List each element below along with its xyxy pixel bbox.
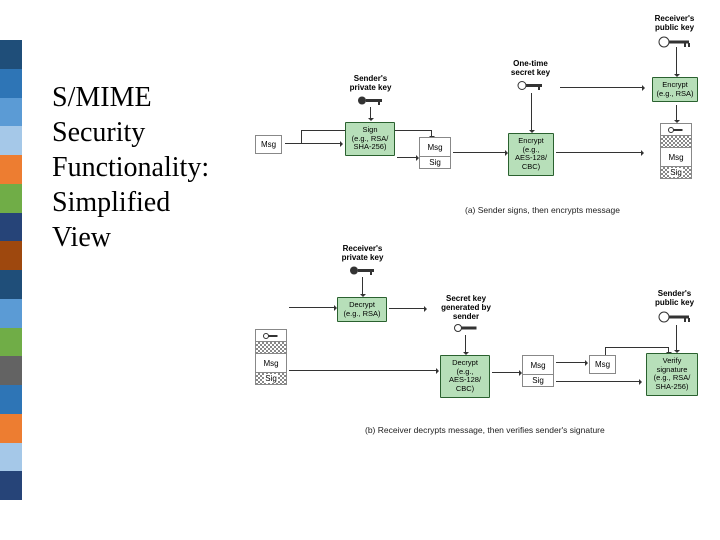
key-icon [658,310,692,324]
key-icon [357,95,385,106]
signed-msg-box: Msg Sig [419,137,451,169]
caption-a: (a) Sender signs, then encrypts message [465,205,620,215]
caption-b: (b) Receiver decrypts message, then veri… [365,425,605,435]
encrypted-output-box: Msg Sig [660,123,692,179]
msg-out-box: Msg [589,355,616,374]
receiver-pubkey-label: Receiver's public key [647,15,702,49]
smime-diagram: Receiver's public key One-time secret ke… [255,15,710,515]
decrypt-aes-box: Decrypt (e.g., AES-128/ CBC) [440,355,490,398]
decorative-sidebar [0,40,22,500]
encrypt-aes-box: Encrypt (e.g., AES-128/ CBC) [508,133,554,176]
key-icon [658,35,692,49]
verify-box: Verify signature (e.g., RSA/ SHA-256) [646,353,698,396]
msg-in-box: Msg [255,135,282,154]
encrypted-input-box: Msg Sig [255,329,287,385]
key-icon [453,323,479,333]
encrypt-rsa-box: Encrypt (e.g., RSA) [652,77,698,102]
sign-box: Sign (e.g., RSA/ SHA-256) [345,122,395,156]
receiver-privkey-label: Receiver's private key [335,245,390,276]
key-icon [349,265,377,276]
decrypt-rsa-box: Decrypt (e.g., RSA) [337,297,387,322]
page-title: S/MIME Security Functionality: Simplifie… [52,80,209,255]
sender-privkey-label: Sender's private key [343,75,398,106]
onetime-key-label: One-time secret key [503,60,558,91]
key-icon [517,80,545,91]
sender-pubkey-label: Sender's public key [647,290,702,324]
decrypted-msgsig-box: Msg Sig [522,355,554,387]
secret-key-label: Secret key generated by sender [431,295,501,333]
